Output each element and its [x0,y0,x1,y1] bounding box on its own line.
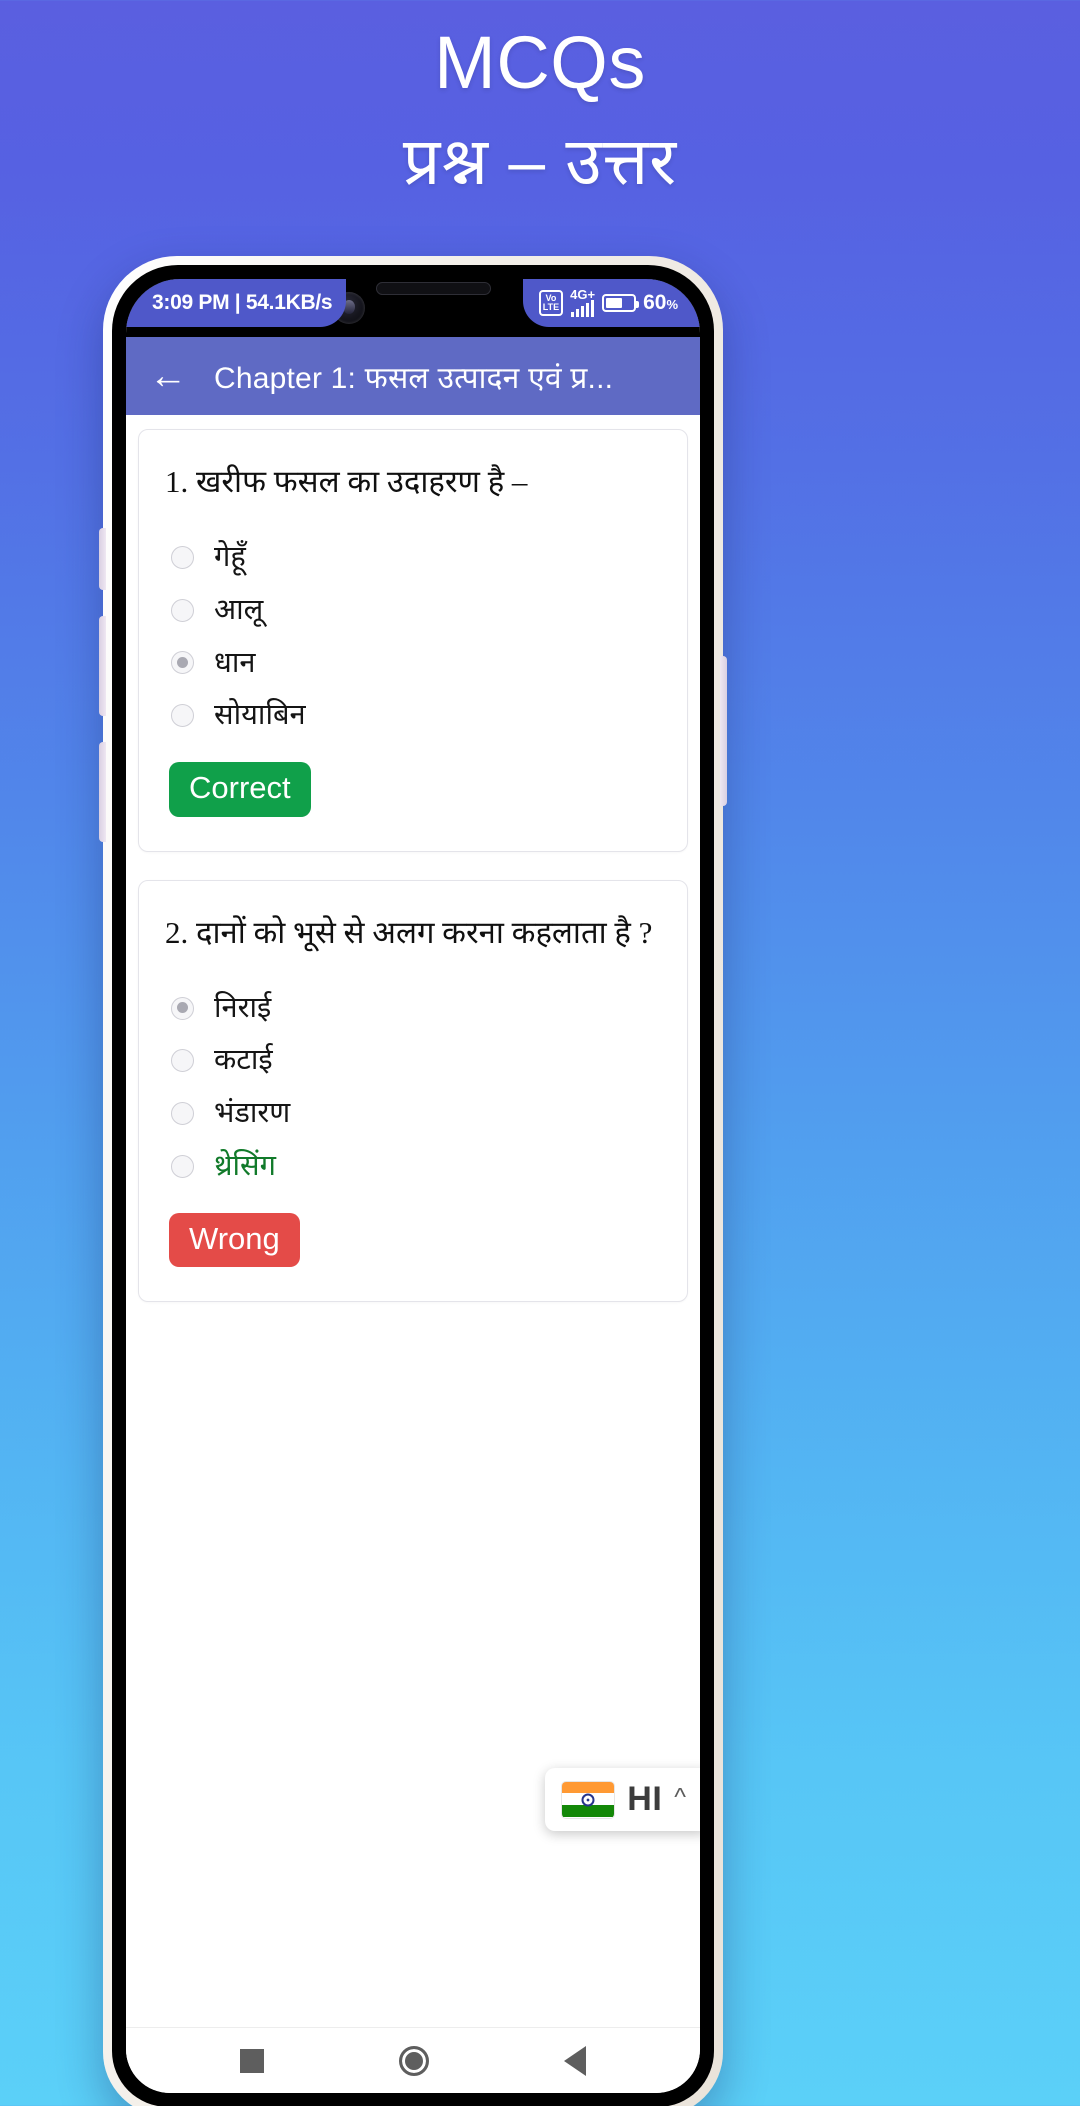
language-code-label: HI [627,1780,663,1818]
question-text: 2. दानों को भूसे से अलग करना कहलाता है ? [165,911,661,956]
option-label: कटाई [214,1044,273,1077]
status-bar-right: Vo LTE 4G+ 60% [522,279,700,327]
square-recents-icon[interactable] [239,2048,264,2073]
option-label: गेहूँ [214,540,246,573]
phone-screen: 3:09 PM | 54.1KB/s Vo LTE 4G+ 60% ← Chap… [126,279,700,2093]
network-signal-icon: 4G+ [570,288,595,317]
volte-bottom-label: LTE [542,302,560,312]
radio-button-icon[interactable] [171,545,194,569]
radio-button-icon[interactable] [171,1102,194,1126]
option-label: निराई [214,991,272,1024]
earpiece-speaker-icon [376,282,491,295]
option-row[interactable]: थ्रेसिंग [165,1140,661,1193]
app-bar: ← Chapter 1: फसल उत्पादन एवं प्र... [126,337,700,415]
radio-button-icon[interactable] [171,1049,194,1073]
phone-volume-down-button[interactable] [99,742,106,842]
question-text: 1. खरीफ फसल का उदाहरण है – [165,460,661,505]
status-bar: 3:09 PM | 54.1KB/s Vo LTE 4G+ 60% [126,279,700,337]
radio-button-icon[interactable] [171,1154,194,1178]
phone-volume-up-button[interactable] [99,616,106,716]
question-number: 2. [165,914,189,950]
arrow-left-icon[interactable]: ← [148,356,188,396]
option-row[interactable]: निराई [165,982,661,1035]
option-row[interactable]: कटाई [165,1034,661,1087]
option-row[interactable]: आलू [165,584,661,637]
radio-button-icon[interactable] [171,598,194,622]
question-number: 1. [165,464,189,499]
radio-button-selected-icon[interactable] [171,996,194,1020]
option-label: भंडारण [214,1097,291,1130]
promo-subtitle: प्रश्न – उत्तर [402,124,678,198]
battery-icon [602,294,640,312]
battery-percent-label: 60% [643,291,678,315]
radio-button-selected-icon[interactable] [171,651,194,675]
battery-percent-symbol: % [666,297,678,312]
option-label: आलू [214,593,264,626]
question-card: 2. दानों को भूसे से अलग करना कहलाता है ?… [138,879,688,1303]
option-row[interactable]: गेहूँ [165,531,661,584]
option-label-correct: थ्रेसिंग [214,1150,276,1182]
option-row[interactable]: भंडारण [165,1087,661,1140]
android-nav-bar [126,2027,700,2093]
page-title: Chapter 1: फसल उत्पादन एवं प्र... [214,361,614,395]
promo-title: MCQs [434,21,646,104]
question-body: खरीफ फसल का उदाहरण है – [196,464,528,499]
ashoka-chakra-icon [581,1793,595,1806]
status-time-data-text: 3:09 PM | 54.1KB/s [152,291,333,314]
radio-button-icon[interactable] [171,704,194,728]
battery-percent-value: 60 [643,291,667,314]
option-label: सोयाबिन [214,699,306,732]
language-selector[interactable]: HI ^ [545,1768,700,1831]
chevron-up-icon[interactable]: ^ [674,1783,686,1812]
signal-bars-icon [570,300,595,317]
question-body: दानों को भूसे से अलग करना कहलाता है ? [196,914,653,950]
circle-home-icon[interactable] [398,2045,429,2076]
verdict-badge: Wrong [169,1212,300,1268]
india-flag-icon [561,1780,616,1819]
phone-mockup: 3:09 PM | 54.1KB/s Vo LTE 4G+ 60% ← Chap… [99,256,727,2106]
phone-body: 3:09 PM | 54.1KB/s Vo LTE 4G+ 60% ← Chap… [112,265,714,2106]
option-label: धान [214,646,256,679]
option-row[interactable]: सोयाबिन [165,689,661,742]
volte-icon: Vo LTE [538,290,564,316]
triangle-back-icon[interactable] [564,2045,587,2076]
phone-power-button[interactable] [720,656,727,806]
status-bar-left: 3:09 PM | 54.1KB/s [126,279,347,327]
promo-header: MCQs प्रश्न – उत्तर [0,21,1080,198]
phone-mute-button[interactable] [99,528,106,590]
option-row[interactable]: धान [165,637,661,690]
verdict-badge: Correct [169,762,311,817]
question-card: 1. खरीफ फसल का उदाहरण है – गेहूँ आलू धान [138,429,688,852]
